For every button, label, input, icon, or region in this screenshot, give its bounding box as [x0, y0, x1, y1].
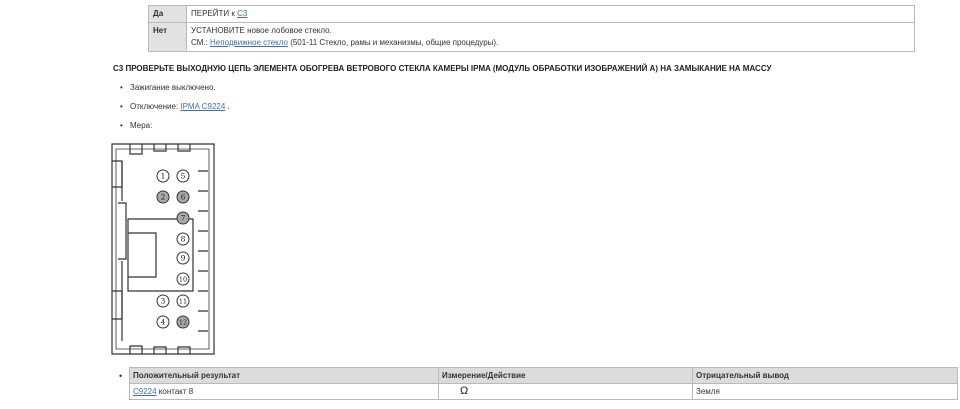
pin-7-label: 7: [181, 214, 186, 223]
action-cell: Ω: [438, 383, 693, 400]
pin-6-label: 6: [181, 193, 186, 202]
ohm-icon: Ω: [460, 385, 469, 397]
see-reference: СМ.: Неподвижное стекло (501-11 Стекло, …: [191, 37, 910, 49]
disconnect-prefix: Отключение:: [130, 102, 181, 111]
bullet-measure: Мера:: [120, 120, 230, 139]
decision-row-yes: Да ПЕРЕЙТИ к C3: [148, 5, 915, 23]
connector-bottom-notch: [129, 345, 191, 354]
pin-12-label: 12: [179, 319, 187, 327]
pin-1-label: 1: [161, 172, 166, 181]
step-bullets: Зажигание выключено. Отключение: IPMA C9…: [120, 82, 230, 139]
c9224-link[interactable]: C9224: [133, 387, 157, 396]
header-positive: Положительный результат: [129, 367, 439, 384]
connector-left-slots: [118, 161, 127, 341]
install-text: УСТАНОВИТЕ новое лобовое стекло.: [191, 26, 332, 35]
pin-11-label: 11: [179, 298, 187, 306]
fixed-glass-link[interactable]: Неподвижное стекло: [210, 38, 288, 47]
negative-cell: Земля: [692, 383, 958, 400]
pin-number: контакт 8: [156, 387, 194, 396]
connector-pinout-diagram: 123456789101112: [111, 143, 215, 355]
bullet-disconnect: Отключение: IPMA C9224 .: [120, 101, 230, 120]
ipma-connector-link[interactable]: IPMA C9224: [180, 102, 225, 111]
bullet-ignition: Зажигание выключено.: [120, 82, 230, 101]
step-heading: C3 ПРОВЕРЬТЕ ВЫХОДНУЮ ЦЕПЬ ЭЛЕМЕНТА ОБОГ…: [113, 64, 772, 73]
decision-key-no: Нет: [148, 22, 187, 52]
connector-pins: 123456789101112: [156, 169, 190, 329]
header-negative: Отрицательный вывод: [692, 367, 958, 384]
positive-cell: C9224 контакт 8: [129, 383, 439, 400]
decision-key-yes: Да: [148, 5, 187, 23]
see-suffix: (501-11 Стекло, рамы и механизмы, общие …: [287, 38, 499, 47]
measurement-row: C9224 контакт 8 Ω Земля: [129, 383, 958, 400]
pin-4-label: 4: [161, 318, 166, 327]
pin-8-label: 8: [181, 235, 186, 244]
see-prefix: СМ.:: [191, 38, 211, 47]
disconnect-suffix: .: [225, 102, 230, 111]
decision-row-no: Нет УСТАНОВИТЕ новое лобовое стекло. СМ.…: [148, 22, 915, 52]
pin-2-label: 2: [161, 193, 166, 202]
connector-side-tabs: [198, 170, 208, 332]
measurement-table: Положительный результат Измерение/Действ…: [129, 367, 958, 400]
header-action: Измерение/Действие: [438, 367, 693, 384]
result-bullet: •: [119, 371, 123, 381]
goto-c3-link[interactable]: C3: [237, 9, 247, 18]
decision-value-no: УСТАНОВИТЕ новое лобовое стекло. СМ.: Не…: [186, 22, 915, 52]
connector-left-latch: [112, 160, 123, 320]
pin-5-label: 5: [181, 172, 186, 181]
pin-9-label: 9: [181, 254, 186, 263]
decision-table: Да ПЕРЕЙТИ к C3 Нет УСТАНОВИТЕ новое лоб…: [148, 5, 915, 52]
decision-value-yes: ПЕРЕЙТИ к C3: [186, 5, 915, 23]
pin-10-label: 10: [179, 276, 187, 284]
goto-text: ПЕРЕЙТИ к: [191, 9, 238, 18]
pin-3-label: 3: [161, 297, 166, 306]
measurement-header-row: Положительный результат Измерение/Действ…: [129, 367, 958, 384]
